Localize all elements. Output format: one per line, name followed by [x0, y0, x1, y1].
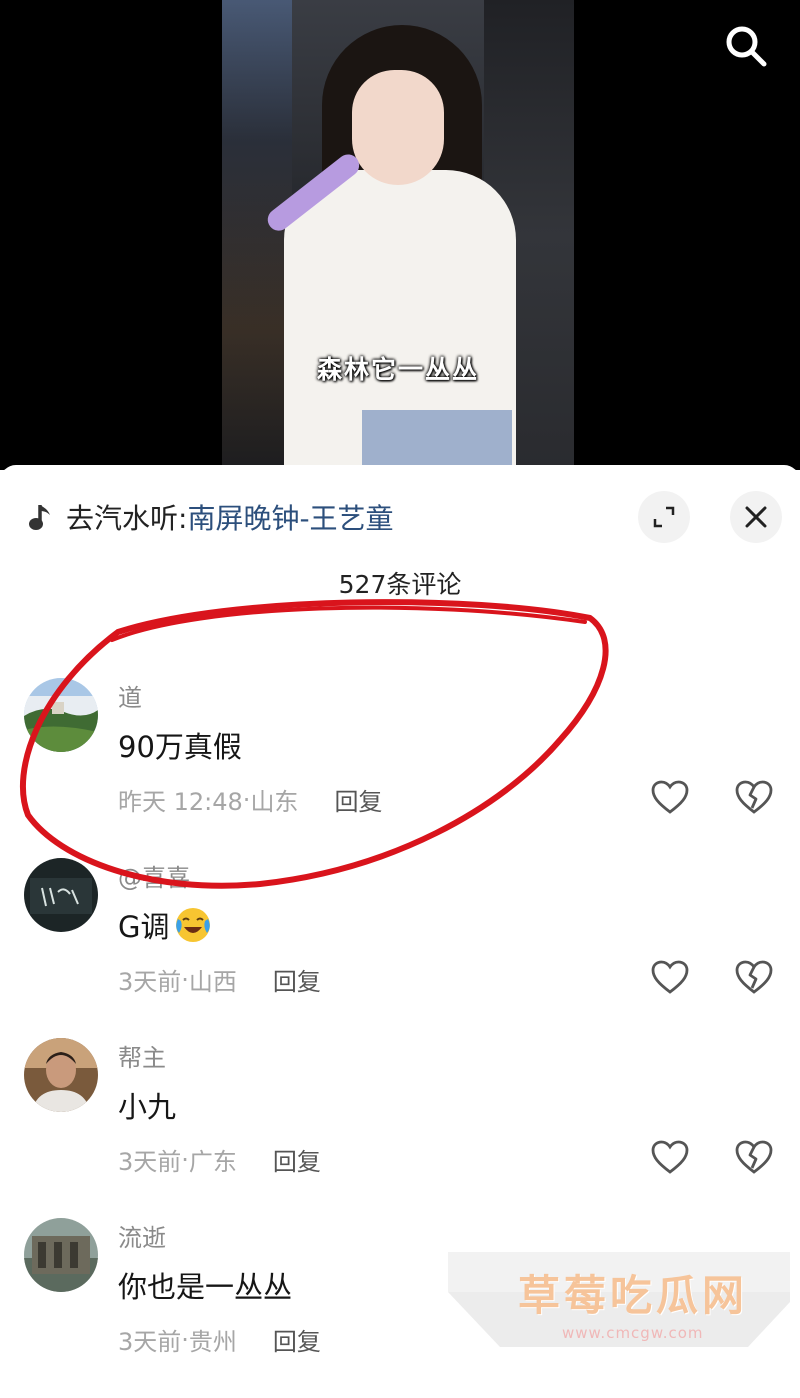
- broken-heart-icon: [735, 1140, 773, 1174]
- close-button[interactable]: [730, 491, 782, 543]
- reply-button[interactable]: 回复: [273, 1142, 321, 1177]
- comment-location: 山东: [250, 788, 299, 816]
- crying-laughing-emoji-icon: [176, 908, 211, 942]
- broken-heart-icon: [735, 780, 773, 814]
- avatar[interactable]: [24, 1038, 98, 1112]
- comment-text: 你也是一丛丛: [118, 1270, 293, 1304]
- watermark-url: www.cmcgw.com: [562, 1324, 704, 1342]
- reply-button[interactable]: 回复: [273, 1322, 321, 1357]
- avatar[interactable]: [24, 858, 98, 932]
- meta-separator: ·: [181, 965, 189, 994]
- comment-username[interactable]: 帮主: [118, 1038, 166, 1073]
- comment-username[interactable]: 流逝: [118, 1218, 166, 1253]
- comment-text-content: G调: [118, 910, 170, 944]
- heart-icon: [651, 1140, 689, 1174]
- video-frame: 森林它一丛丛: [222, 0, 574, 470]
- meta-separator: ·: [181, 1325, 189, 1354]
- avatar[interactable]: [24, 1218, 98, 1292]
- comment-item: @喜喜 G调 3天前 · 山西 回复: [0, 858, 800, 1028]
- close-icon: [745, 506, 767, 528]
- reply-button[interactable]: 回复: [334, 782, 382, 817]
- video-player[interactable]: 森林它一丛丛: [0, 0, 800, 470]
- comment-item: 道 90万真假 昨天 12:48 · 山东 回复: [0, 678, 800, 848]
- comment-meta: 3天前 · 贵州 回复: [118, 1322, 321, 1357]
- video-caption: 森林它一丛丛: [316, 355, 479, 384]
- like-button[interactable]: [650, 778, 690, 818]
- comment-text: 90万真假: [118, 730, 242, 764]
- comment-username[interactable]: 道: [118, 678, 142, 713]
- avatar[interactable]: [24, 678, 98, 752]
- search-button[interactable]: [722, 22, 770, 70]
- meta-separator: ·: [242, 785, 251, 814]
- video-background-crowd: [222, 0, 292, 470]
- singer-face: [352, 70, 444, 185]
- comment-text: G调: [118, 904, 213, 946]
- comment-username[interactable]: @喜喜: [118, 858, 190, 893]
- comment-location: 广东: [188, 1148, 237, 1176]
- watermark-text: 草莓吃瓜网: [518, 1271, 749, 1320]
- comment-count: 527条评论: [338, 570, 462, 599]
- expand-button[interactable]: [638, 491, 690, 543]
- heart-icon: [651, 960, 689, 994]
- comment-location: 山西: [188, 968, 237, 996]
- comment-time: 3天前: [118, 1328, 182, 1356]
- like-button[interactable]: [650, 1138, 690, 1178]
- search-icon: [726, 26, 767, 67]
- like-button[interactable]: [650, 958, 690, 998]
- reply-button[interactable]: 回复: [273, 962, 321, 997]
- comment-text: 小九: [118, 1090, 177, 1124]
- music-prefix: 去汽水听:: [66, 502, 188, 535]
- dislike-button[interactable]: [734, 778, 774, 818]
- broken-heart-icon: [735, 960, 773, 994]
- singer-jeans: [362, 410, 512, 470]
- music-title-link[interactable]: 南屏晚钟-王艺童: [187, 497, 393, 537]
- comment-meta: 3天前 · 山西 回复: [118, 962, 321, 997]
- comment-time: 3天前: [118, 1148, 182, 1176]
- comment-item: 帮主 小九 3天前 · 广东 回复: [0, 1038, 800, 1208]
- music-note-icon: [29, 505, 50, 530]
- expand-icon: [653, 506, 675, 528]
- comment-time: 昨天 12:48: [118, 788, 243, 816]
- comment-time: 3天前: [118, 968, 182, 996]
- dislike-button[interactable]: [734, 1138, 774, 1178]
- heart-icon: [651, 780, 689, 814]
- meta-separator: ·: [181, 1145, 189, 1174]
- comment-meta: 3天前 · 广东 回复: [118, 1142, 321, 1177]
- comment-meta: 昨天 12:48 · 山东 回复: [118, 782, 382, 817]
- music-link-row[interactable]: 去汽水听: 南屏晚钟-王艺童: [28, 497, 394, 537]
- dislike-button[interactable]: [734, 958, 774, 998]
- comment-location: 贵州: [188, 1328, 237, 1356]
